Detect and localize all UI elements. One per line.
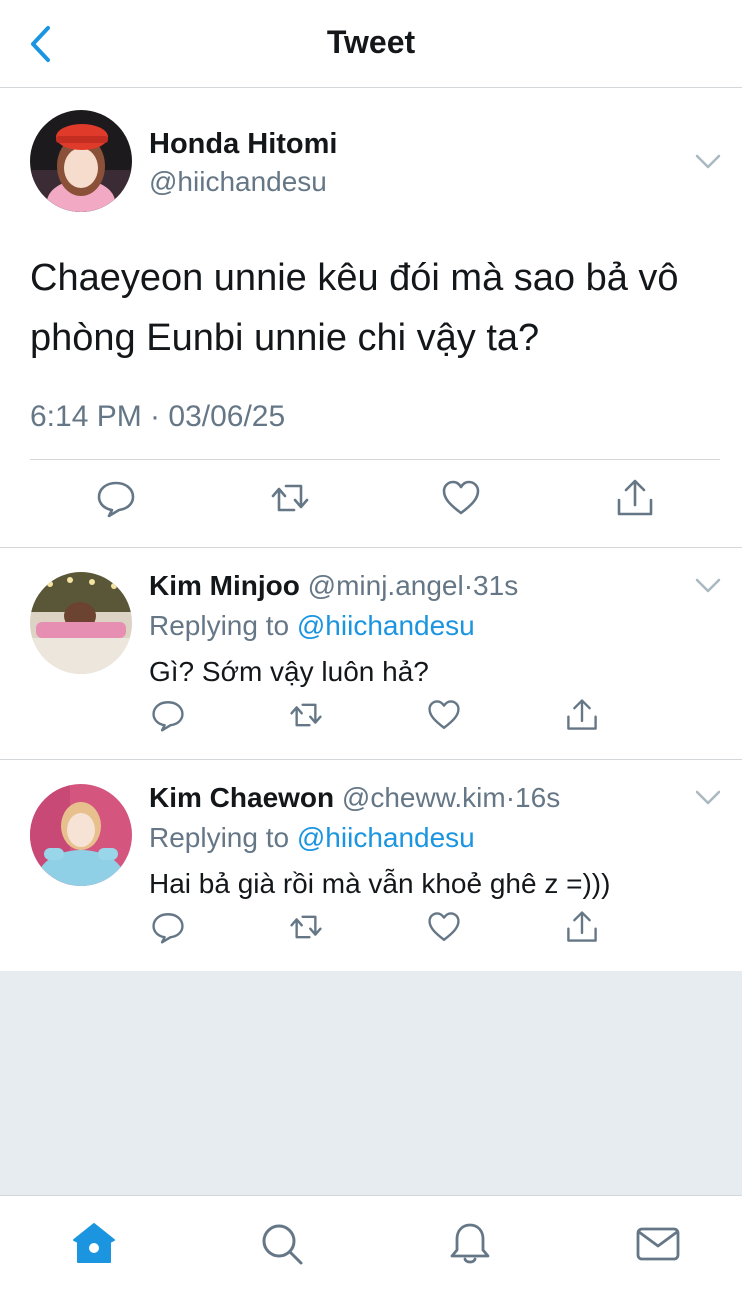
like-icon[interactable]: [427, 698, 461, 732]
replying-to-prefix: Replying to: [149, 822, 290, 853]
author-name[interactable]: Kim Minjoo: [149, 570, 300, 601]
separator-dot: ·: [505, 782, 516, 813]
retweet-icon[interactable]: [270, 478, 310, 518]
avatar[interactable]: [30, 784, 132, 886]
separator-dot: ·: [463, 570, 474, 601]
reply-text: Gì? Sớm vậy luôn hả?: [149, 656, 429, 687]
bottom-tab-bar: [0, 1195, 742, 1293]
reply-actions: [0, 910, 742, 950]
author-name[interactable]: Kim Chaewon: [149, 782, 334, 813]
empty-area: [0, 971, 742, 1195]
reply-actions: [0, 698, 742, 738]
reply-icon[interactable]: [151, 698, 185, 732]
divider: [30, 459, 720, 460]
reply-header: Kim Chaewon @cheww.kim·16s: [149, 782, 560, 814]
reply-icon[interactable]: [151, 910, 185, 944]
replying-to: Replying to @hiichandesu: [149, 610, 475, 642]
retweet-icon[interactable]: [289, 910, 323, 944]
tweet-text: Chaeyeon unnie kêu đói mà sao bả vô phòn…: [30, 257, 679, 359]
author-handle[interactable]: @hiichandesu: [149, 166, 327, 198]
messages-icon[interactable]: [634, 1220, 682, 1268]
reply-text: Hai bả già rồi mà vẫn khoẻ ghê z =))): [149, 868, 611, 899]
reply-header: Kim Minjoo @minj.angel·31s: [149, 570, 518, 602]
author-handle[interactable]: @cheww.kim: [342, 782, 506, 813]
chevron-down-icon[interactable]: [695, 578, 721, 594]
avatar[interactable]: [30, 572, 132, 674]
home-icon[interactable]: [70, 1220, 118, 1268]
tweet-actions: [0, 478, 742, 528]
author-name[interactable]: Honda Hitomi: [149, 128, 338, 161]
mention-link[interactable]: @hiichandesu: [297, 610, 475, 641]
reply-time: 16s: [515, 782, 561, 813]
author-handle[interactable]: @minj.angel: [308, 570, 464, 601]
avatar[interactable]: [30, 110, 132, 212]
reply-icon[interactable]: [96, 478, 136, 518]
page-title: Tweet: [326, 24, 416, 60]
mention-link[interactable]: @hiichandesu: [297, 822, 475, 853]
share-icon[interactable]: [565, 910, 599, 944]
top-nav-bar: Tweet: [0, 0, 742, 88]
reply-tweet[interactable]: Kim Chaewon @cheww.kim·16s Replying to @…: [0, 760, 742, 972]
chevron-down-icon[interactable]: [695, 790, 721, 806]
reply-tweet[interactable]: Kim Minjoo @minj.angel·31s Replying to @…: [0, 548, 742, 760]
main-tweet: Honda Hitomi @hiichandesu Chaeyeon unnie…: [0, 88, 742, 548]
share-icon[interactable]: [565, 698, 599, 732]
like-icon[interactable]: [441, 478, 481, 518]
tweet-timestamp: 6:14 PM · 03/06/25: [30, 400, 286, 433]
retweet-icon[interactable]: [289, 698, 323, 732]
share-icon[interactable]: [615, 478, 655, 518]
like-icon[interactable]: [427, 910, 461, 944]
search-icon[interactable]: [258, 1220, 306, 1268]
chevron-down-icon[interactable]: [695, 154, 721, 170]
notifications-icon[interactable]: [446, 1220, 494, 1268]
reply-time: 31s: [473, 570, 519, 601]
replying-to-prefix: Replying to: [149, 610, 290, 641]
replying-to: Replying to @hiichandesu: [149, 822, 475, 854]
